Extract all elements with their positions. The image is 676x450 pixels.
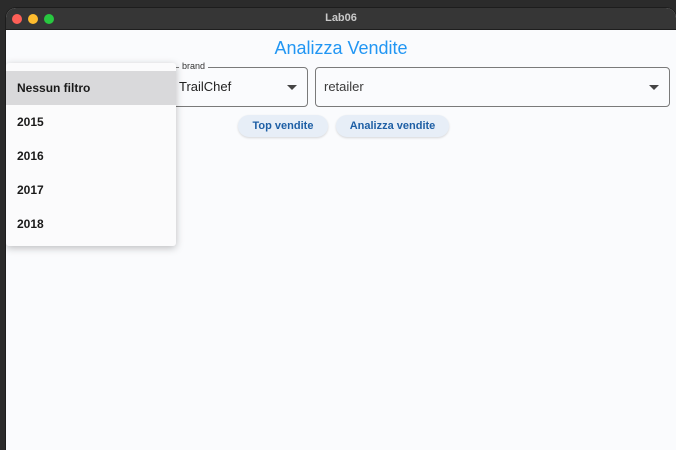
year-option-2017[interactable]: 2017 xyxy=(6,173,176,207)
brand-select[interactable]: brand TrailChef xyxy=(170,61,308,107)
year-option-2018[interactable]: 2018 xyxy=(6,207,176,241)
window-title: Lab06 xyxy=(325,12,357,24)
retailer-select-value: retailer xyxy=(324,79,364,94)
year-dropdown-menu: Nessun filtro 2015 2016 2017 2018 xyxy=(6,63,176,246)
chevron-down-icon xyxy=(649,85,659,90)
brand-select-value: TrailChef xyxy=(179,79,232,94)
analizza-vendite-button[interactable]: Analizza vendite xyxy=(336,115,449,137)
year-option-2016[interactable]: 2016 xyxy=(6,139,176,173)
brand-select-label: brand xyxy=(179,61,209,71)
chevron-down-icon xyxy=(287,85,297,90)
page-title: Analizza Vendite xyxy=(274,38,408,58)
app-window: Lab06 Analizza Vendite brand TrailChef r… xyxy=(6,8,676,450)
retailer-select[interactable]: retailer xyxy=(315,67,670,107)
year-option-2015[interactable]: 2015 xyxy=(6,105,176,139)
top-vendite-button[interactable]: Top vendite xyxy=(238,115,328,137)
year-option-nessun-filtro[interactable]: Nessun filtro xyxy=(6,71,176,105)
title-bar: Lab06 xyxy=(6,8,676,30)
